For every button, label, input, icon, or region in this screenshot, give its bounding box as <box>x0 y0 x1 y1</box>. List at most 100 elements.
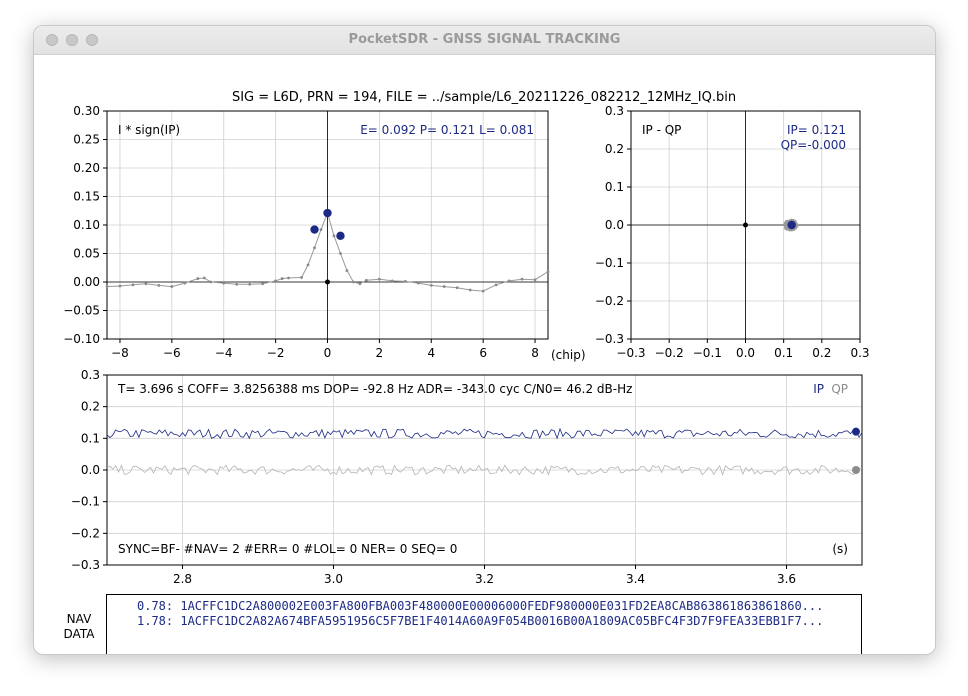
x-tick-label: −0.3 <box>616 346 645 360</box>
correlator-point <box>170 285 174 288</box>
title-bar[interactable]: PocketSDR - GNSS SIGNAL TRACKING <box>34 26 935 55</box>
correlator-point <box>468 288 472 292</box>
iq-plot-label: IP - QP <box>642 123 681 137</box>
y-tick-label: −0.2 <box>71 526 100 540</box>
correlator-point <box>105 285 109 288</box>
window-title: PocketSDR - GNSS SIGNAL TRACKING <box>348 32 621 47</box>
plot-canvas: SIG = L6D, PRN = 194, FILE = ../sample/L… <box>34 55 935 654</box>
correlator-point <box>494 283 498 287</box>
signal-header: SIG = L6D, PRN = 194, FILE = ../sample/L… <box>232 90 736 105</box>
x-tick-label: 3.4 <box>626 572 645 586</box>
nav-label-line1: NAV <box>66 612 92 626</box>
correlator-point <box>118 284 122 288</box>
y-tick-label: 0.2 <box>605 142 624 156</box>
y-tick-label: −0.10 <box>63 332 100 346</box>
x-tick-label: −0.2 <box>655 346 684 360</box>
correlator-point <box>196 277 200 280</box>
legend-qp: QP <box>831 382 848 396</box>
correlator-point <box>352 280 355 284</box>
x-tick-label: −0.1 <box>693 346 722 360</box>
nav-label-line2: DATA <box>63 627 95 641</box>
correlator-point <box>403 280 407 283</box>
y-tick-label: 0.15 <box>73 190 100 204</box>
nav-data-box: 0.78: 1ACFFC1DC2A800002E003FA800FBA003F4… <box>106 594 862 654</box>
correlator-point <box>183 281 187 285</box>
x-tick-label: 3.2 <box>475 572 494 586</box>
iq-sample <box>786 227 789 230</box>
correlator-point <box>306 263 310 267</box>
x-tick-label: 0.2 <box>812 346 831 360</box>
correlator-point <box>319 228 323 231</box>
nav-data-line: 1.78: 1ACFFC1DC2A82A674BFA5951956C5F7BE1… <box>137 614 824 628</box>
correlator-plot-label: I * sign(IP) <box>118 123 180 137</box>
y-tick-label: 0.20 <box>73 161 100 175</box>
correlator-point <box>416 281 420 285</box>
tracking-plots: SIG = L6D, PRN = 194, FILE = ../sample/L… <box>63 90 869 586</box>
y-tick-label: −0.3 <box>595 332 624 346</box>
correlator-point <box>157 284 161 287</box>
correlator-point <box>358 282 362 286</box>
iq-sample <box>784 222 788 225</box>
iq-sample <box>795 225 799 228</box>
correlator-point <box>365 278 368 282</box>
correlator-point <box>313 246 316 250</box>
correlator-point <box>481 289 485 293</box>
correlator-point <box>235 282 239 286</box>
correlator-point <box>209 280 213 284</box>
y-tick-label: 0.05 <box>73 247 100 261</box>
x-tick-label: −4 <box>215 346 233 360</box>
x-tick-label: 3.0 <box>324 572 343 586</box>
x-tick-label: 0.0 <box>736 346 755 360</box>
origin-marker <box>325 279 330 285</box>
nav-data-line: 0.78: 1ACFFC1DC2A800002E003FA800FBA003F4… <box>137 599 824 613</box>
y-tick-label: 0.10 <box>73 218 100 232</box>
y-tick-label: −0.1 <box>71 495 100 509</box>
x-tick-label: 8 <box>531 346 539 360</box>
legend-ip: IP <box>813 382 824 396</box>
x-tick-label: 4 <box>427 346 435 360</box>
x-tick-label: 2.8 <box>173 572 192 586</box>
iq-sample <box>789 218 793 221</box>
correlator-point <box>287 276 290 280</box>
correlator-point <box>429 284 433 287</box>
y-tick-label: 0.30 <box>73 104 100 118</box>
correlator-point <box>533 278 537 282</box>
ip-readout: IP= 0.121 <box>787 123 846 137</box>
x-tick-label: 0.3 <box>850 346 869 360</box>
tracking-status: T= 3.696 s COFF= 3.8256388 ms DOP= -92.8… <box>117 382 632 396</box>
correlator-point <box>274 279 278 283</box>
correlator-point <box>520 277 524 281</box>
x-tick-label: 0 <box>324 346 332 360</box>
nav-data-label: NAV DATA <box>54 612 104 642</box>
y-tick-label: 0.3 <box>605 104 624 118</box>
x-tick-label: −2 <box>267 346 285 360</box>
y-tick-label: 0.00 <box>73 275 100 289</box>
y-tick-label: 0.1 <box>81 431 100 445</box>
correlator-point <box>222 281 226 285</box>
correlator-point <box>300 276 303 279</box>
qp-last-point <box>852 466 860 474</box>
y-tick-label: 0.1 <box>605 180 624 194</box>
epl-readout: E= 0.092 P= 0.121 L= 0.081 <box>360 123 534 137</box>
time-unit: (s) <box>832 542 848 556</box>
sync-status: SYNC=BF- #NAV= 2 #ERR= 0 #LOL= 0 NER= 0 … <box>118 542 457 556</box>
correlator-point <box>455 286 459 290</box>
correlator-point <box>202 276 206 280</box>
correlator-point <box>345 269 349 272</box>
origin-marker <box>743 222 748 228</box>
x-tick-label: −8 <box>111 346 129 360</box>
correlator-point <box>377 277 381 281</box>
epl-point <box>323 208 332 218</box>
iq-sample <box>784 225 787 229</box>
y-tick-label: −0.3 <box>71 558 100 572</box>
epl-point <box>336 231 345 241</box>
x-tick-label: −6 <box>163 346 181 360</box>
y-tick-label: 0.2 <box>81 400 100 414</box>
correlator-point <box>144 282 148 286</box>
correlator-point <box>390 279 394 283</box>
x-axis-unit: (chip) <box>551 348 586 362</box>
y-tick-label: 0.0 <box>81 463 100 477</box>
y-tick-label: 0.3 <box>81 368 100 382</box>
correlator-point <box>332 234 336 238</box>
ip-last-point <box>852 427 860 436</box>
